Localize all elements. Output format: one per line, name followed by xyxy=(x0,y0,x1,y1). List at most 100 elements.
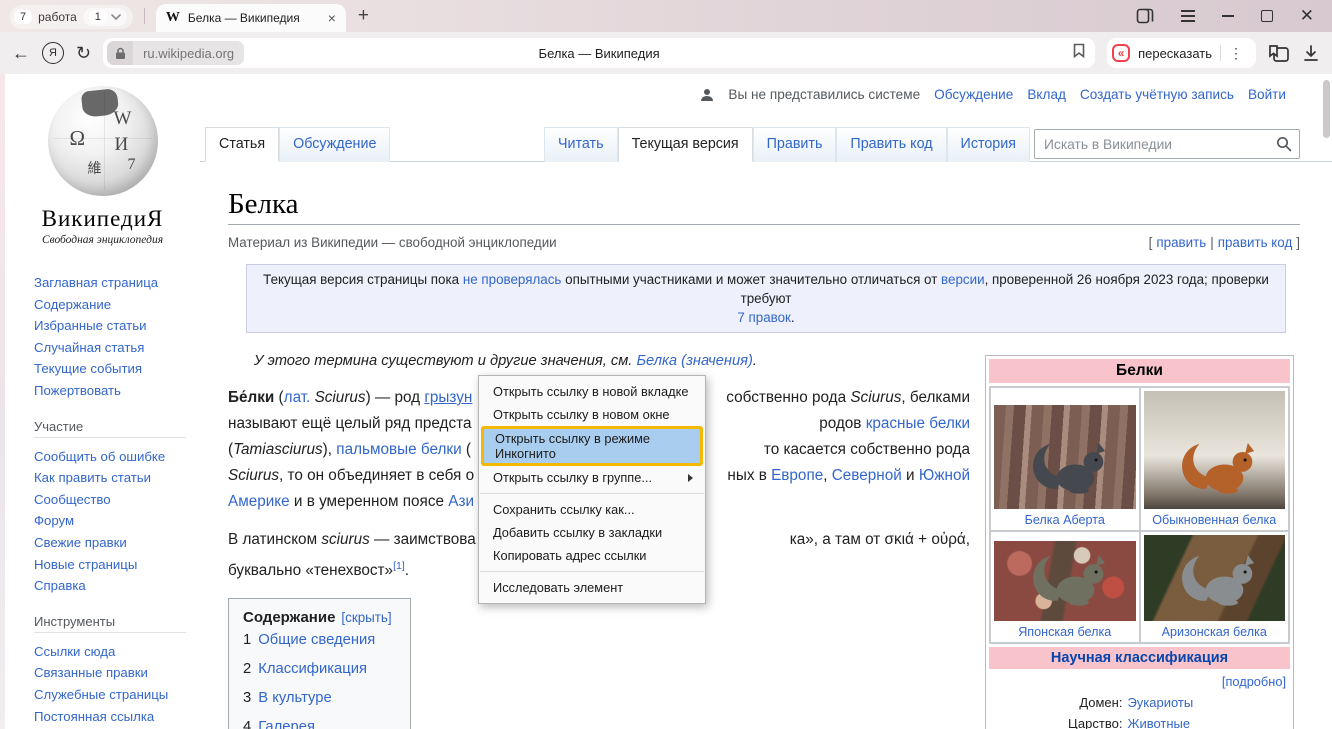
menu-icon[interactable] xyxy=(1181,7,1195,25)
tab-group-collapsed-pill[interactable]: 1 xyxy=(83,8,127,26)
north-link[interactable]: Северной xyxy=(832,467,902,484)
kingdom-link[interactable]: Животные xyxy=(1127,713,1290,729)
lock-icon[interactable] xyxy=(107,41,133,65)
palm-squirrels-link[interactable]: пальмовые белки xyxy=(336,441,461,458)
more-options-icon[interactable]: ⋮ xyxy=(1221,45,1251,62)
browser-tab[interactable]: W Белка — Википедия × xyxy=(156,4,346,32)
menu-item-open-in-group[interactable]: Открыть ссылку в группе... xyxy=(479,466,705,489)
tab-history[interactable]: История xyxy=(947,127,1030,162)
tab-edit-source[interactable]: Править код xyxy=(836,127,946,162)
squirrel-photo-japanese[interactable] xyxy=(994,541,1136,621)
red-squirrels-link[interactable]: красные белки xyxy=(866,415,970,432)
squirrel-photo-common[interactable] xyxy=(1144,391,1286,509)
footnote-1-link[interactable]: [1] xyxy=(393,560,405,572)
tab-discussion[interactable]: Обсуждение xyxy=(279,127,390,162)
minimize-icon[interactable] xyxy=(1222,15,1234,17)
image-caption-link[interactable]: Обыкновенная белка xyxy=(1144,509,1286,527)
sidebar-item-featured[interactable]: Избранные статьи xyxy=(34,315,200,337)
version-link[interactable]: версии xyxy=(941,272,985,287)
image-caption-link[interactable]: Белка Аберта xyxy=(994,509,1136,527)
sidebar-item-what-links-here[interactable]: Ссылки сюда xyxy=(34,641,200,663)
sidebar-item-report-error[interactable]: Сообщить об ошибке xyxy=(34,446,200,468)
taxobox-image-cell[interactable]: Обыкновенная белка xyxy=(1140,387,1290,531)
new-tab-button[interactable]: + xyxy=(358,5,369,27)
menu-item-open-new-window[interactable]: Открыть ссылку в новом окне xyxy=(479,403,705,426)
sidebar-item-contents[interactable]: Содержание xyxy=(34,294,200,316)
tab-article[interactable]: Статья xyxy=(205,127,279,162)
toc-item[interactable]: 3В культуре xyxy=(243,684,392,713)
tab-group-pill[interactable]: 7 работа 1 xyxy=(10,5,133,29)
menu-item-inspect-element[interactable]: Исследовать элемент xyxy=(479,576,705,599)
sidebar-item-current-events[interactable]: Текущие события xyxy=(34,358,200,380)
panels-icon[interactable] xyxy=(1136,8,1154,24)
sidebar-item-help[interactable]: Справка xyxy=(34,575,200,597)
extensions-icon[interactable] xyxy=(1268,44,1290,63)
personal-link-talk[interactable]: Обсуждение xyxy=(934,87,1013,102)
maximize-icon[interactable] xyxy=(1261,10,1273,22)
yandex-icon[interactable]: Я xyxy=(42,42,64,64)
address-bar[interactable]: ru.wikipedia.org Белка — Википедия xyxy=(103,38,1095,68)
taxobox-image-cell[interactable]: Белка Аберта xyxy=(990,387,1140,531)
image-caption-link[interactable]: Японская белка xyxy=(994,621,1136,639)
sidebar-item-donate[interactable]: Пожертвовать xyxy=(34,380,200,402)
sidebar-item-how-to-edit[interactable]: Как править статьи xyxy=(34,467,200,489)
classification-header-link[interactable]: Научная классификация xyxy=(1051,650,1228,666)
sidebar-item-forum[interactable]: Форум xyxy=(34,510,200,532)
south-link[interactable]: Южной xyxy=(919,467,970,484)
edit-source-link[interactable]: править код xyxy=(1218,235,1293,250)
sidebar-item-related-changes[interactable]: Связанные правки xyxy=(34,662,200,684)
toc-item[interactable]: 2Классификация xyxy=(243,655,392,684)
menu-item-bookmark-link[interactable]: Добавить ссылку в закладки xyxy=(479,521,705,544)
sidebar-item-new-pages[interactable]: Новые страницы xyxy=(34,554,200,576)
squirrel-photo-arizona[interactable] xyxy=(1144,535,1286,621)
close-tab-icon[interactable]: × xyxy=(328,11,336,25)
sidebar-item-recent-changes[interactable]: Свежие правки xyxy=(34,532,200,554)
search-input[interactable] xyxy=(1034,129,1300,159)
menu-item-open-new-tab[interactable]: Открыть ссылку в новой вкладке xyxy=(479,380,705,403)
wikipedia-logo[interactable]: W Ω И 維 7 ВикипедиЯ Свободная энциклопед… xyxy=(5,74,200,246)
toc-item[interactable]: 4Галерея xyxy=(243,713,392,729)
close-window-icon[interactable]: ✕ xyxy=(1300,6,1314,26)
sidebar-item-main-page[interactable]: Заглавная страница xyxy=(34,272,200,294)
wikipedia-main: Вы не представились системе Обсуждение В… xyxy=(200,74,1332,729)
menu-item-save-link-as[interactable]: Сохранить ссылку как... xyxy=(479,498,705,521)
taxobox-image-cell[interactable]: Японская белка xyxy=(990,531,1140,643)
tab-current-version[interactable]: Текущая версия xyxy=(618,127,753,162)
retell-quote-icon: « xyxy=(1112,44,1130,62)
back-icon[interactable]: ← xyxy=(12,43,30,64)
not-checked-link[interactable]: не проверялась xyxy=(463,272,562,287)
personal-link-create-account[interactable]: Создать учётную запись xyxy=(1080,87,1234,102)
toc-item[interactable]: 1Общие сведения xyxy=(243,626,392,655)
image-caption-link[interactable]: Аризонская белка xyxy=(1144,621,1286,639)
sidebar-item-random[interactable]: Случайная статья xyxy=(34,337,200,359)
squirrel-photo-aberta[interactable] xyxy=(994,405,1136,509)
personal-link-contributions[interactable]: Вклад xyxy=(1027,87,1066,102)
tab-edit[interactable]: Править xyxy=(753,127,837,162)
europe-link[interactable]: Европе xyxy=(771,467,823,484)
download-icon[interactable] xyxy=(1302,44,1320,62)
edit-link[interactable]: править xyxy=(1156,235,1206,250)
domain-link[interactable]: Эукариоты xyxy=(1127,692,1290,713)
retell-button[interactable]: « пересказать ⋮ xyxy=(1107,38,1256,68)
tab-group-label: работа xyxy=(38,10,77,24)
asia-link[interactable]: Ази xyxy=(448,493,474,510)
sidebar-item-permanent-link[interactable]: Постоянная ссылка xyxy=(34,706,200,728)
menu-item-copy-link-address[interactable]: Копировать адрес ссылки xyxy=(479,544,705,567)
url-chip[interactable]: ru.wikipedia.org xyxy=(107,41,244,65)
personal-link-login[interactable]: Войти xyxy=(1248,87,1286,102)
america-link[interactable]: Америке xyxy=(228,493,290,510)
disambiguation-link[interactable]: Белка (значения) xyxy=(636,353,752,369)
taxobox-image-cell[interactable]: Аризонская белка xyxy=(1140,531,1290,643)
sidebar-item-community[interactable]: Сообщество xyxy=(34,489,200,511)
toc-hide-link[interactable]: [скрыть] xyxy=(341,610,391,625)
latin-link[interactable]: лат. xyxy=(284,389,311,406)
tab-read[interactable]: Читать xyxy=(544,127,618,162)
edits-count-link[interactable]: 7 правок xyxy=(737,310,791,325)
rodents-link[interactable]: грызун xyxy=(424,389,472,406)
bookmark-icon[interactable] xyxy=(1073,43,1085,63)
details-link[interactable]: [подробно] xyxy=(1222,674,1286,689)
refresh-icon[interactable]: ↻ xyxy=(76,43,91,64)
sidebar-item-special-pages[interactable]: Служебные страницы xyxy=(34,684,200,706)
search-icon[interactable] xyxy=(1276,136,1292,152)
menu-item-open-incognito[interactable]: Открыть ссылку в режиме Инкогнито xyxy=(481,426,703,466)
